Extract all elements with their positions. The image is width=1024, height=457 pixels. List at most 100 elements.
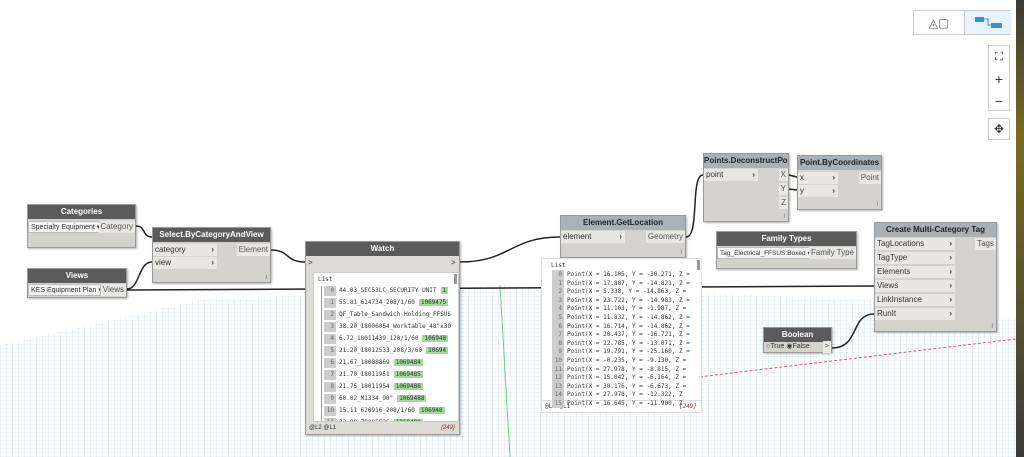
port-label: RunIt — [877, 309, 897, 318]
item-text: 21.75_18011954 — [339, 383, 390, 390]
list-item: 5 21.20_18012533_208/3/60 10694 — [324, 346, 449, 356]
output-port-x[interactable]: X — [778, 169, 788, 181]
select-by-category-and-view-node[interactable]: Select.ByCategoryAndView category › view ›… — [152, 227, 271, 283]
element-id-badge[interactable]: 1069484 — [393, 359, 423, 366]
list-tree-line — [321, 286, 322, 421]
input-port-category[interactable]: category › — [153, 244, 217, 256]
input-port-point[interactable]: point › — [704, 169, 758, 181]
zoom-out-button[interactable]: − — [989, 90, 1009, 112]
output-port[interactable]: Tags — [975, 238, 996, 250]
pan-button[interactable]: ✥ — [988, 118, 1010, 140]
chevron-right-icon: › — [211, 245, 214, 254]
item-text: 21.67_18008869 — [339, 359, 390, 366]
chevron-right-icon: › — [949, 253, 952, 262]
item-text: QF_Table_Sandwich Holding_FFSUS — [339, 311, 451, 318]
scrollbar[interactable] — [697, 260, 700, 270]
graph-view-icon — [975, 17, 1002, 28]
port-label: TagLocations — [877, 239, 925, 248]
point-by-coordinates-node[interactable]: Point.ByCoordinates x › y › Point I — [797, 155, 882, 210]
item-index: 1 — [324, 298, 336, 308]
item-index: 4 — [324, 334, 336, 344]
input-port-runit[interactable]: RunIt › — [875, 308, 955, 320]
true-radio[interactable]: ○True — [766, 343, 784, 350]
output-port[interactable]: Views — [100, 284, 126, 296]
scrollbar[interactable] — [454, 274, 457, 284]
element-id-badge[interactable]: 1069475 — [418, 299, 449, 306]
output-port[interactable]: Geometry — [645, 231, 685, 243]
input-port-element[interactable]: element › — [561, 231, 625, 243]
fit-view-icon: ⛶ — [995, 51, 1003, 63]
element-id-badge[interactable]: 1069485 — [393, 371, 423, 378]
watch-node[interactable]: Watch > > List 0 44.03_SEC53LC_SECURITY U… — [305, 241, 460, 435]
create-multi-category-tag-node[interactable]: Create Multi-Category Tag TagLocations › T… — [874, 222, 997, 332]
grid-floor — [0, 285, 1024, 457]
lacing-icon: I — [876, 202, 878, 208]
input-port-tagtype[interactable]: TagType › — [875, 252, 955, 264]
output-port[interactable]: Point — [858, 172, 881, 184]
watch-footer: @L2 @L1 {249} — [306, 422, 459, 434]
output-port-y[interactable]: Y — [778, 183, 788, 195]
dropdown-value: Tag_Electrical_FFSUS:Boxed — [720, 250, 806, 257]
getlocation-preview[interactable]: List @L2 @L1 {249} 0 Point(X = 16.105, Y =… — [541, 258, 702, 413]
lacing-icon: I — [265, 275, 267, 281]
input-port-x[interactable]: x › — [798, 172, 838, 184]
fit-view-button[interactable]: ⛶ — [989, 46, 1009, 68]
list-item: 0 44.03_SEC53LC_SECURITY UNIT 1 — [324, 286, 449, 296]
chevron-right-icon: › — [832, 186, 835, 195]
list-item: 7 21.70_18011951 1069485 — [324, 370, 423, 380]
view-dropdown[interactable]: KES Equipment Plan ▾ — [28, 284, 101, 296]
input-port-views[interactable]: Views › — [875, 280, 955, 292]
input-port-view[interactable]: view › — [153, 257, 217, 269]
views-node[interactable]: Views KES Equipment Plan ▾ Views — [27, 268, 127, 298]
node-title: Element.GetLocation — [561, 216, 685, 230]
chevron-right-icon: › — [949, 309, 952, 318]
element-id-badge[interactable]: 1069486 — [393, 383, 423, 390]
item-text: Point(X = -0.235, Y = -9.130, Z = — [567, 357, 687, 364]
chevron-right-icon: › — [832, 173, 835, 182]
chevron-right-icon: › — [949, 295, 952, 304]
port-label: view — [155, 258, 172, 267]
output-port[interactable]: > — [449, 257, 459, 269]
deconstruct-point-node[interactable]: Points.DeconstructPoint point › X Y Z I — [703, 153, 789, 222]
input-port[interactable]: > — [306, 257, 316, 269]
item-text: Point(X = 20.437, Y = -16.721, Z = — [567, 331, 690, 339]
input-port-elements[interactable]: Elements › — [875, 266, 955, 278]
categories-node[interactable]: Categories Specialty Equipment ▾ Categor… — [27, 204, 136, 248]
zoom-in-button[interactable]: + — [989, 68, 1009, 90]
list-label: List — [551, 262, 566, 269]
node-title: Watch — [306, 242, 459, 256]
item-text: 38.20_18006054_Worktable_48"x30 — [339, 323, 451, 330]
window-edge — [1016, 0, 1024, 457]
graph-view-button[interactable] — [964, 11, 1011, 34]
item-index: 7 — [324, 370, 336, 380]
family-types-node[interactable]: Family Types Tag_Electrical_FFSUS:Boxed … — [716, 231, 857, 269]
input-port-taglocations[interactable]: TagLocations › — [875, 238, 955, 250]
node-title: Select.ByCategoryAndView — [153, 228, 270, 242]
element-id-badge[interactable]: 106948 — [422, 335, 449, 342]
output-port-z[interactable]: Z — [779, 197, 788, 209]
item-index: 2 — [324, 310, 336, 320]
boolean-node[interactable]: Boolean ○True ◉False > — [763, 327, 832, 353]
item-index: 10 — [324, 406, 336, 416]
output-port[interactable]: Element — [236, 244, 270, 256]
input-port-y[interactable]: y › — [798, 185, 838, 197]
item-index: 15 — [552, 399, 564, 408]
category-dropdown[interactable]: Specialty Equipment ▾ — [28, 221, 102, 233]
element-getlocation-node[interactable]: Element.GetLocation element › Geometry I — [560, 215, 686, 258]
output-port[interactable]: Family Type — [809, 247, 856, 259]
input-port-linkinstance[interactable]: LinkInstance › — [875, 294, 955, 306]
geometry-view-button[interactable]: ◬▢ — [918, 14, 960, 32]
element-id-badge[interactable]: 1069488 — [397, 395, 427, 402]
port-label: y — [800, 186, 804, 195]
element-id-badge[interactable]: 10694 — [426, 347, 449, 354]
output-port[interactable]: > — [822, 341, 831, 353]
watch-output-list[interactable]: List 0 44.03_SEC53LC_SECURITY UNIT 1 1 55.81… — [313, 272, 459, 422]
false-radio[interactable]: ◉False — [786, 343, 809, 350]
output-port[interactable]: Category — [98, 221, 135, 233]
family-type-dropdown[interactable]: Tag_Electrical_FFSUS:Boxed ▾ — [717, 247, 811, 259]
item-index: 8 — [324, 382, 336, 392]
element-id-badge[interactable]: 106948 — [418, 407, 445, 414]
radio-label: True — [770, 343, 785, 350]
levels-label: @L2 @L1 — [309, 425, 337, 431]
element-id-badge[interactable]: 1 — [440, 287, 449, 294]
